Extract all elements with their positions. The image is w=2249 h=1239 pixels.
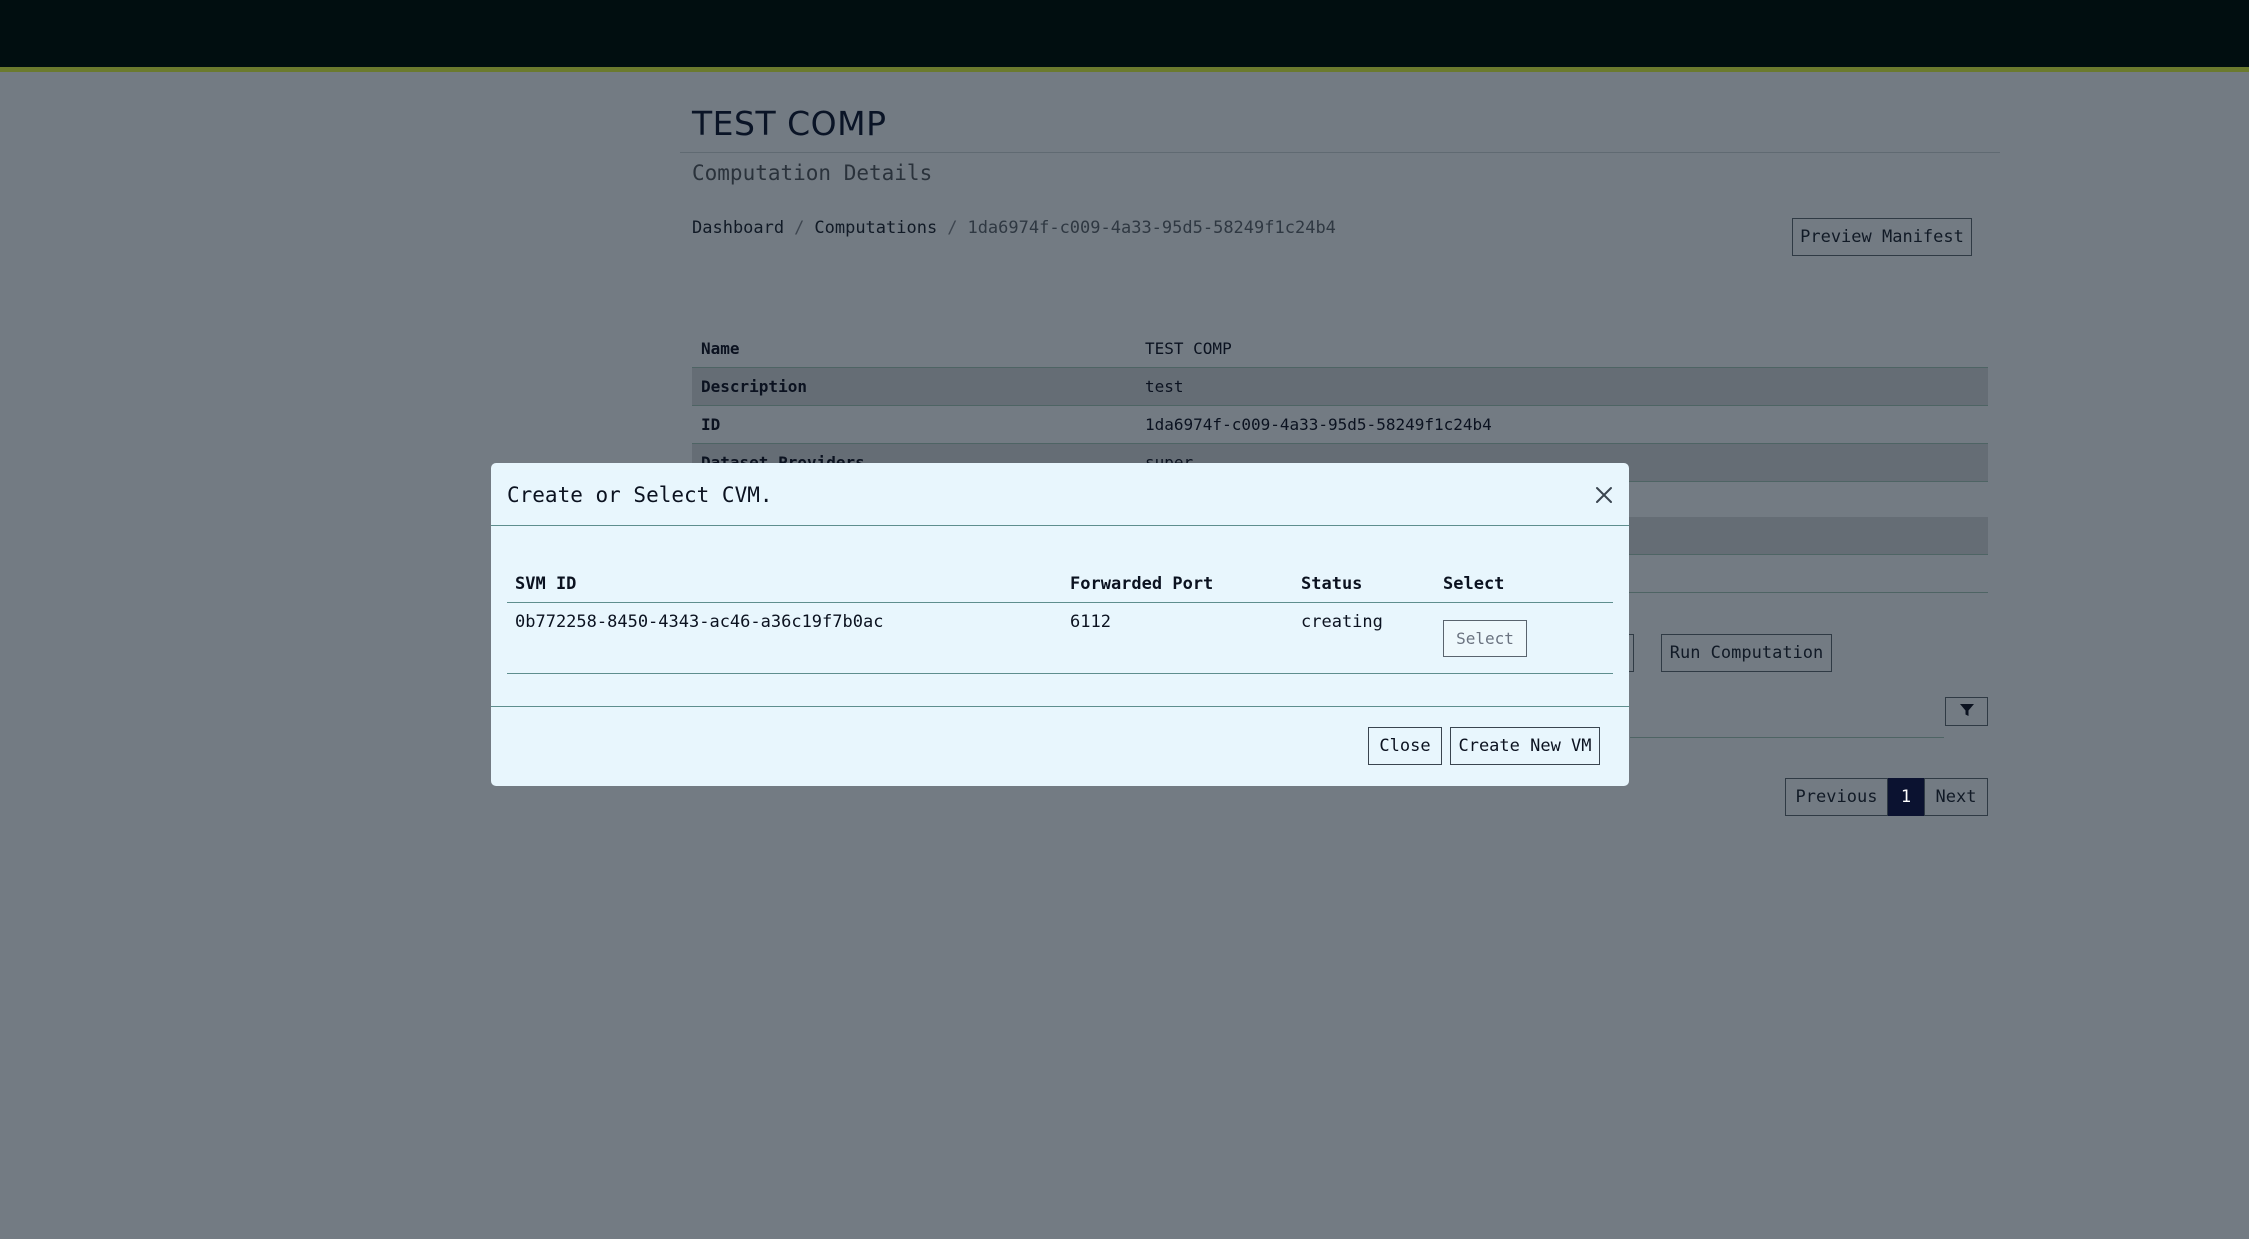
- details-value: test: [1145, 377, 1184, 396]
- details-row-description: Description test: [692, 368, 1988, 406]
- breadcrumb: Dashboard / Computations / 1da6974f-c009-4a3…: [692, 218, 1336, 238]
- create-new-vm-button[interactable]: Create New VM: [1450, 727, 1600, 765]
- computation-details-table: Name TEST COMP Description test ID 1da69…: [692, 330, 1988, 482]
- column-header-select: Select: [1443, 574, 1505, 594]
- pagination-previous[interactable]: Previous: [1785, 778, 1888, 816]
- details-label: Description: [701, 377, 807, 396]
- filter-divider: [1630, 737, 1944, 738]
- preview-manifest-button[interactable]: Preview Manifest: [1792, 218, 1972, 256]
- column-header-forwarded-port: Forwarded Port: [1070, 574, 1214, 594]
- select-cvm-button[interactable]: Select: [1443, 620, 1527, 657]
- modal-header-divider: [491, 525, 1629, 526]
- top-navbar: [0, 0, 2249, 67]
- modal-footer-divider: [491, 706, 1629, 707]
- cell-status: creating: [1301, 612, 1383, 632]
- details-row-id: ID 1da6974f-c009-4a33-95d5-58249f1c24b4: [692, 406, 1988, 444]
- details-value: 1da6974f-c009-4a33-95d5-58249f1c24b4: [1145, 415, 1492, 434]
- title-divider: [680, 152, 2000, 153]
- column-header-status: Status: [1301, 574, 1363, 594]
- column-header-svm-id: SVM ID: [515, 574, 577, 594]
- breadcrumb-dashboard-link[interactable]: Dashboard: [692, 218, 784, 238]
- table-bottom-divider: [507, 673, 1613, 674]
- filter-icon: [1959, 702, 1975, 722]
- pagination-page-1[interactable]: 1: [1888, 778, 1924, 816]
- breadcrumb-current: 1da6974f-c009-4a33-95d5-58249f1c24b4: [967, 218, 1336, 238]
- details-label: ID: [701, 415, 721, 434]
- breadcrumb-separator: /: [794, 218, 805, 238]
- table-header-divider: [507, 602, 1613, 603]
- pagination-next[interactable]: Next: [1924, 778, 1988, 816]
- run-computation-button[interactable]: Run Computation: [1661, 634, 1832, 672]
- breadcrumb-computations-link[interactable]: Computations: [814, 218, 937, 238]
- modal-title: Create or Select CVM.: [507, 483, 773, 507]
- page-title: TEST COMP: [692, 104, 887, 143]
- breadcrumb-separator: /: [947, 218, 958, 238]
- details-label: Name: [701, 339, 740, 358]
- filter-button[interactable]: [1945, 697, 1988, 726]
- create-select-cvm-modal: Create or Select CVM. SVM ID Forwarded P…: [491, 463, 1629, 786]
- cell-svm-id: 0b772258-8450-4343-ac46-a36c19f7b0ac: [515, 612, 884, 632]
- details-value: TEST COMP: [1145, 339, 1232, 358]
- page-subtitle: Computation Details: [692, 161, 933, 185]
- close-icon[interactable]: [1592, 483, 1616, 507]
- cell-forwarded-port: 6112: [1070, 612, 1111, 632]
- close-button[interactable]: Close: [1368, 727, 1442, 765]
- details-row-name: Name TEST COMP: [692, 330, 1988, 368]
- navbar-accent-border: [0, 67, 2249, 72]
